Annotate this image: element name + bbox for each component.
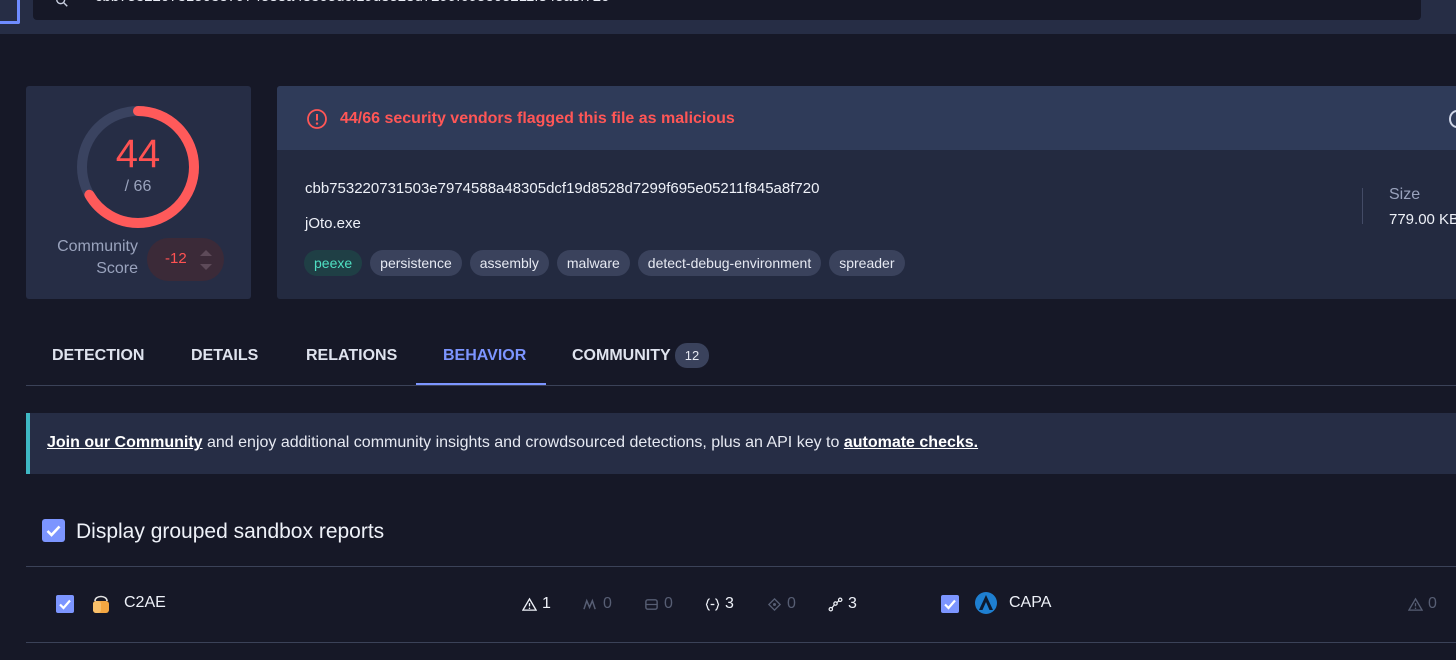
detection-score-card: 44 / 66 Community Score -12	[26, 86, 251, 299]
tag[interactable]: persistence	[370, 250, 462, 276]
tag[interactable]: assembly	[469, 250, 549, 276]
report-tabs: DETECTION DETAILS RELATIONS BEHAVIOR COM…	[26, 322, 1456, 387]
checkmark-icon	[59, 599, 71, 610]
tab-behavior[interactable]: BEHAVIOR	[443, 347, 526, 365]
automate-checks-link[interactable]: automate checks.	[844, 434, 978, 451]
ids-count: 0	[664, 595, 673, 612]
grouped-reports-label: Display grouped sandbox reports	[76, 520, 385, 543]
code-stat: 3	[705, 595, 734, 613]
alerts-stat: 1	[522, 595, 551, 613]
tab-detection[interactable]: DETECTION	[52, 347, 144, 365]
checkmark-icon	[944, 599, 956, 610]
graph-stat: 3	[828, 595, 857, 613]
tag[interactable]: detect-debug-environment	[637, 250, 822, 276]
code-count: 3	[725, 595, 734, 612]
size-label: Size	[1389, 186, 1421, 203]
banner-middle-text: and enjoy additional community insights …	[202, 434, 844, 451]
search-input[interactable]: cbb753220731503e7974588a48305dcf19d8528d…	[33, 0, 1421, 20]
tag[interactable]: malware	[556, 250, 630, 276]
capa-logo-icon	[975, 592, 997, 614]
menu-toggle[interactable]	[0, 0, 20, 24]
file-summary-card: 44/66 security vendors flagged this file…	[277, 86, 1456, 299]
top-bar: cbb753220731503e7974588a48305dcf19d8528d…	[0, 0, 1456, 34]
warning-icon	[522, 597, 537, 611]
network-count: 0	[787, 595, 796, 612]
mitre-icon	[583, 598, 596, 609]
graph-icon	[828, 597, 843, 611]
file-name: jOto.exe	[305, 215, 361, 232]
detection-total: / 66	[124, 178, 152, 195]
alerts-count: 1	[542, 595, 551, 612]
banner-text: Join our Community and enjoy additional …	[47, 434, 978, 452]
size-value: 779.00 KB	[1389, 211, 1456, 228]
search-query: cbb753220731503e7974588a48305dcf19d8528d…	[95, 0, 609, 5]
grouped-reports-checkbox[interactable]	[42, 519, 65, 542]
alert-message: 44/66 security vendors flagged this file…	[340, 110, 735, 127]
network-icon	[767, 597, 782, 611]
tag[interactable]: peexe	[304, 250, 363, 276]
sandbox-row: C2AE 1 0 0 3 0 3 CAPA 0	[0, 567, 1456, 642]
alerts-stat: 0	[1408, 595, 1437, 613]
divider	[26, 642, 1456, 643]
community-count-badge: 12	[675, 343, 709, 368]
network-stat: 0	[767, 595, 796, 613]
community-banner: Join our Community and enjoy additional …	[26, 413, 1456, 474]
ids-stat: 0	[644, 595, 673, 613]
alerts-count: 0	[1428, 595, 1437, 612]
join-community-link[interactable]: Join our Community	[47, 434, 203, 451]
file-hash: cbb753220731503e7974588a48305dcf19d8528d…	[305, 180, 820, 197]
ids-icon	[645, 598, 658, 610]
mitre-stat: 0	[583, 595, 612, 613]
graph-count: 3	[848, 595, 857, 612]
divider	[1362, 188, 1363, 224]
malicious-alert-header: 44/66 security vendors flagged this file…	[277, 86, 1456, 150]
alert-circle-icon	[307, 109, 327, 129]
tab-relations[interactable]: RELATIONS	[306, 347, 397, 365]
tag[interactable]: spreader	[829, 250, 905, 276]
mitre-count: 0	[603, 595, 612, 612]
sandbox-name-c2ae[interactable]: C2AE	[124, 594, 166, 612]
tab-details[interactable]: DETAILS	[191, 347, 258, 365]
file-tags: peexe persistence assembly malware detec…	[304, 250, 905, 276]
refresh-icon[interactable]	[1449, 110, 1456, 128]
c2ae-logo-icon	[93, 595, 109, 613]
divider	[26, 385, 1456, 386]
sandbox-checkbox-c2ae[interactable]	[56, 595, 74, 613]
community-label-line1: Community	[57, 238, 138, 255]
checkmark-icon	[46, 525, 61, 537]
sandbox-checkbox-capa[interactable]	[941, 595, 959, 613]
community-label-line2: Score	[96, 260, 138, 277]
sandbox-name-capa[interactable]: CAPA	[1009, 594, 1051, 612]
code-brackets-icon	[705, 597, 720, 611]
search-icon	[56, 0, 68, 7]
tab-community[interactable]: COMMUNITY	[572, 347, 671, 365]
warning-icon	[1408, 597, 1423, 611]
community-score-value: -12	[165, 250, 187, 267]
vote-arrows-icon[interactable]	[199, 246, 213, 274]
community-score-pill: -12	[147, 238, 224, 281]
detection-count: 44	[115, 132, 161, 176]
community-score-label: Community Score	[46, 236, 138, 280]
